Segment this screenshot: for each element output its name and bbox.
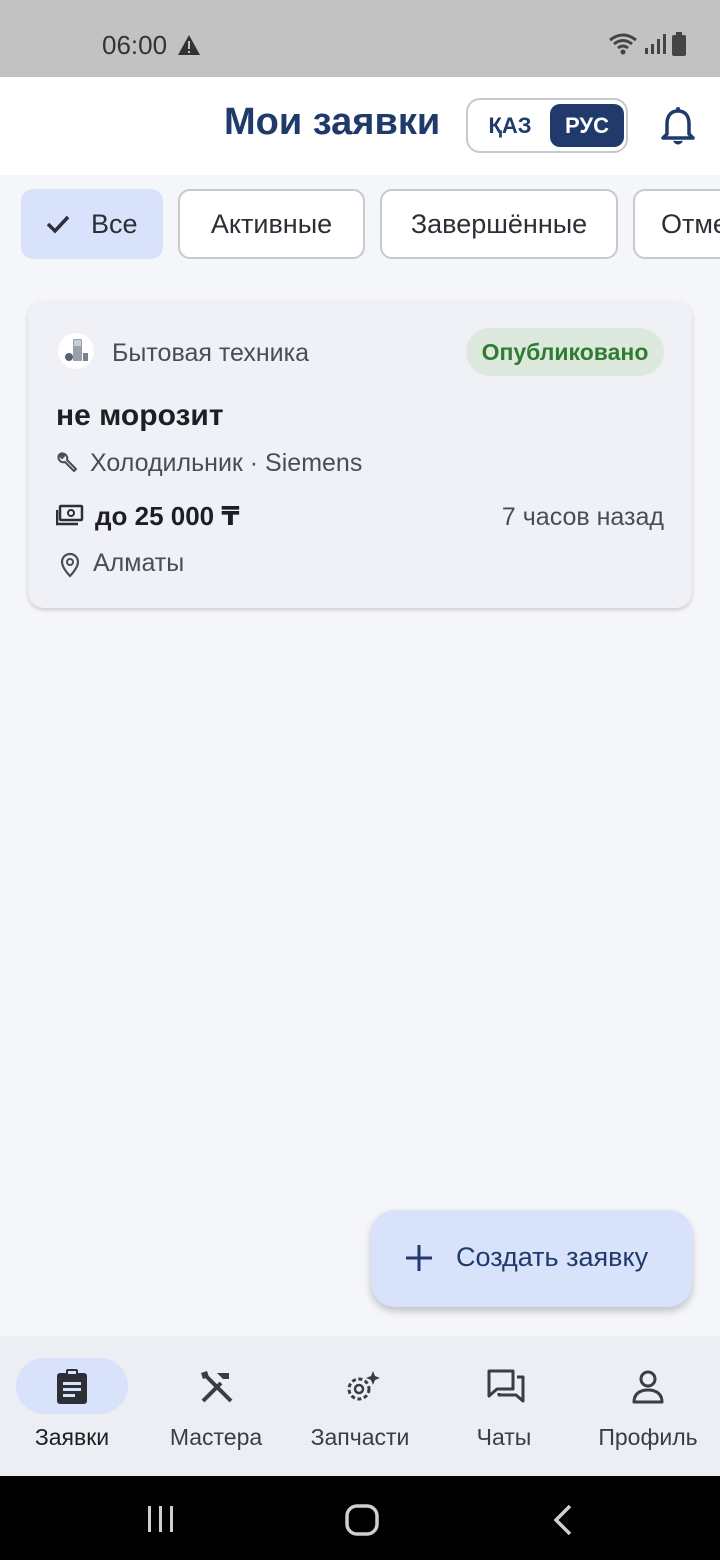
status-time: 06:00: [102, 30, 168, 60]
status-icons: [608, 32, 686, 56]
chip-label: Отменённые: [661, 209, 720, 239]
appliance-icon: [58, 333, 94, 369]
nav-item-parts[interactable]: Запчасти: [288, 1336, 432, 1476]
signal-icon: [645, 34, 666, 54]
clipboard-icon: [57, 1369, 87, 1404]
create-request-button[interactable]: Создать заявку: [371, 1210, 692, 1307]
system-navigation-bar: [0, 1476, 720, 1560]
lang-rus-button[interactable]: РУС: [550, 104, 624, 147]
nav-item-requests[interactable]: Заявки: [0, 1336, 144, 1476]
recent-apps-icon[interactable]: [146, 1504, 176, 1534]
plus-icon: [406, 1245, 432, 1271]
chip-all[interactable]: Все: [21, 189, 163, 259]
check-icon: [46, 215, 70, 234]
chip-completed[interactable]: Завершённые: [380, 189, 618, 259]
chat-icon: [487, 1369, 525, 1403]
tools-icon: [201, 1371, 233, 1403]
category-label: Бытовая техника: [112, 339, 310, 367]
chip-label: Все: [91, 209, 138, 239]
create-request-label: Создать заявку: [456, 1242, 649, 1272]
price-label: до 25 000 ₸: [95, 501, 240, 531]
gear-sparkle-icon: [347, 1371, 380, 1401]
request-card[interactable]: Бытовая техника Опубликовано не морозит …: [28, 301, 692, 608]
request-title: не морозит: [56, 399, 224, 432]
nav-label: Заявки: [34, 1424, 110, 1450]
page-title: Мои заявки: [224, 101, 441, 143]
chip-active[interactable]: Активные: [178, 189, 365, 259]
nav-label: Профиль: [598, 1424, 698, 1450]
status-bar: 06:00: [0, 0, 720, 77]
app-header: Мои заявки ҚАЗ РУС: [0, 77, 720, 175]
nav-item-profile[interactable]: Профиль: [576, 1336, 720, 1476]
lang-kaz-button[interactable]: ҚАЗ: [468, 100, 552, 151]
battery-icon: [672, 32, 686, 56]
person-icon: [632, 1370, 664, 1404]
location-pin-icon: [60, 552, 80, 578]
bottom-navigation: Заявки Мастера Запчасти Чаты Профиль: [0, 1336, 720, 1476]
back-icon[interactable]: [552, 1504, 574, 1536]
chip-cancelled[interactable]: Отменённые: [633, 189, 720, 259]
filter-chips: Все Активные Завершённые Отменённые: [0, 189, 720, 259]
chip-label: Активные: [210, 209, 333, 239]
wifi-icon: [609, 33, 637, 55]
city-label: Алматы: [93, 549, 185, 577]
bell-icon[interactable]: [660, 107, 696, 147]
warning-icon: [178, 35, 200, 55]
nav-item-chats[interactable]: Чаты: [432, 1336, 576, 1476]
chip-label: Завершённые: [410, 209, 588, 239]
nav-label: Чаты: [476, 1424, 532, 1450]
nav-label: Запчасти: [310, 1424, 410, 1450]
money-icon: [56, 504, 84, 526]
language-switch: ҚАЗ РУС: [466, 98, 628, 153]
status-badge: Опубликовано: [466, 328, 664, 376]
nav-label: Мастера: [169, 1424, 263, 1450]
time-ago-label: 7 часов назад: [501, 503, 664, 531]
wrench-icon: [57, 452, 77, 472]
home-icon[interactable]: [345, 1504, 379, 1536]
nav-item-masters[interactable]: Мастера: [144, 1336, 288, 1476]
device-label: Холодильник · Siemens: [90, 449, 363, 477]
